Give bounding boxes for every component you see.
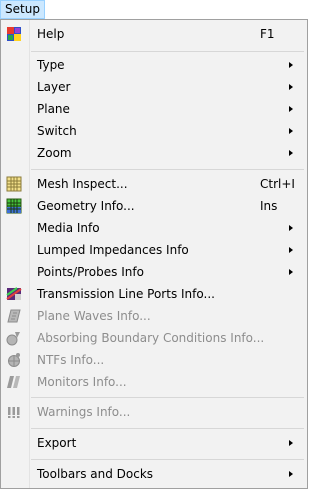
- menu-separator: [31, 51, 304, 52]
- menu-item-label: Mesh Inspect...: [37, 177, 128, 191]
- menu-item-label: Transmission Line Ports Info...: [37, 287, 215, 301]
- submenu-arrow-icon: [289, 471, 293, 477]
- menu-bar: Setup: [0, 0, 308, 20]
- menu-item-type[interactable]: Type: [1, 54, 307, 76]
- menu-item-plane-waves-info[interactable]: Plane Waves Info...: [1, 305, 307, 327]
- submenu-arrow-icon: [289, 128, 293, 134]
- menu-separator: [31, 397, 304, 398]
- menu-item-zoom[interactable]: Zoom: [1, 142, 307, 164]
- ntf-icon: [6, 352, 22, 368]
- menu-item-shortcut: Ctrl+I: [260, 177, 295, 191]
- menu-item-points-probes-info[interactable]: Points/Probes Info: [1, 261, 307, 283]
- menu-item-label: Lumped Impedances Info: [37, 243, 189, 257]
- menu-item-label: Monitors Info...: [37, 375, 127, 389]
- menu-item-label: Type: [37, 58, 65, 72]
- menu-item-plane[interactable]: Plane: [1, 98, 307, 120]
- menu-item-label: Zoom: [37, 146, 72, 160]
- menu-item-shortcut: Ins: [260, 199, 278, 213]
- menu-item-shortcut: F1: [260, 27, 275, 41]
- menu-item-switch[interactable]: Switch: [1, 120, 307, 142]
- submenu-arrow-icon: [289, 269, 293, 275]
- menu-separator: [31, 169, 304, 170]
- monitor-icon: [6, 374, 22, 390]
- submenu-arrow-icon: [289, 106, 293, 112]
- menu-item-geometry-info[interactable]: Geometry Info... Ins: [1, 195, 307, 217]
- menu-item-export[interactable]: Export: [1, 432, 307, 454]
- menu-item-label: Export: [37, 436, 77, 450]
- menu-item-monitors-info[interactable]: Monitors Info...: [1, 371, 307, 393]
- menu-item-label: NTFs Info...: [37, 353, 105, 367]
- transmission-line-icon: [6, 286, 22, 302]
- submenu-arrow-icon: [289, 247, 293, 253]
- menu-item-label: Help: [37, 27, 65, 41]
- help-icon: [6, 26, 22, 42]
- plane-wave-icon: [6, 308, 22, 324]
- menu-item-lumped-impedances-info[interactable]: Lumped Impedances Info: [1, 239, 307, 261]
- menu-item-toolbars-and-docks[interactable]: Toolbars and Docks: [1, 463, 307, 485]
- submenu-arrow-icon: [289, 62, 293, 68]
- menu-item-media-info[interactable]: Media Info: [1, 217, 307, 239]
- menu-item-label: Switch: [37, 124, 77, 138]
- menu-item-layer[interactable]: Layer: [1, 76, 307, 98]
- menu-item-mesh-inspect[interactable]: Mesh Inspect... Ctrl+I: [1, 173, 307, 195]
- menu-setup[interactable]: Setup: [0, 0, 45, 19]
- geometry-grid-icon: [6, 198, 22, 214]
- menu-item-label: Absorbing Boundary Conditions Info...: [37, 331, 265, 345]
- menu-item-label: Plane Waves Info...: [37, 309, 151, 323]
- submenu-arrow-icon: [289, 84, 293, 90]
- absorbing-boundary-icon: [6, 330, 22, 346]
- menu-item-label: Points/Probes Info: [37, 265, 144, 279]
- menu-item-ntfs-info[interactable]: NTFs Info...: [1, 349, 307, 371]
- mesh-grid-icon: [6, 176, 22, 192]
- menu-item-absorbing-boundary-conditions-info[interactable]: Absorbing Boundary Conditions Info...: [1, 327, 307, 349]
- submenu-arrow-icon: [289, 225, 293, 231]
- menu-item-label: Warnings Info...: [37, 405, 131, 419]
- menu-item-transmission-line-ports-info[interactable]: Transmission Line Ports Info...: [1, 283, 307, 305]
- menu-item-label: Toolbars and Docks: [37, 467, 154, 481]
- setup-dropdown-menu: Help F1 Type Layer Plane Switch Zoom Mes…: [0, 19, 308, 489]
- menu-separator: [31, 459, 304, 460]
- submenu-arrow-icon: [289, 440, 293, 446]
- submenu-arrow-icon: [289, 150, 293, 156]
- menu-item-label: Geometry Info...: [37, 199, 135, 213]
- menu-item-help[interactable]: Help F1: [1, 23, 307, 45]
- menu-separator: [31, 428, 304, 429]
- menu-item-label: Media Info: [37, 221, 100, 235]
- warning-icon: [6, 404, 22, 420]
- menu-item-label: Layer: [37, 80, 71, 94]
- menu-item-label: Plane: [37, 102, 70, 116]
- menu-item-warnings-info[interactable]: Warnings Info...: [1, 401, 307, 423]
